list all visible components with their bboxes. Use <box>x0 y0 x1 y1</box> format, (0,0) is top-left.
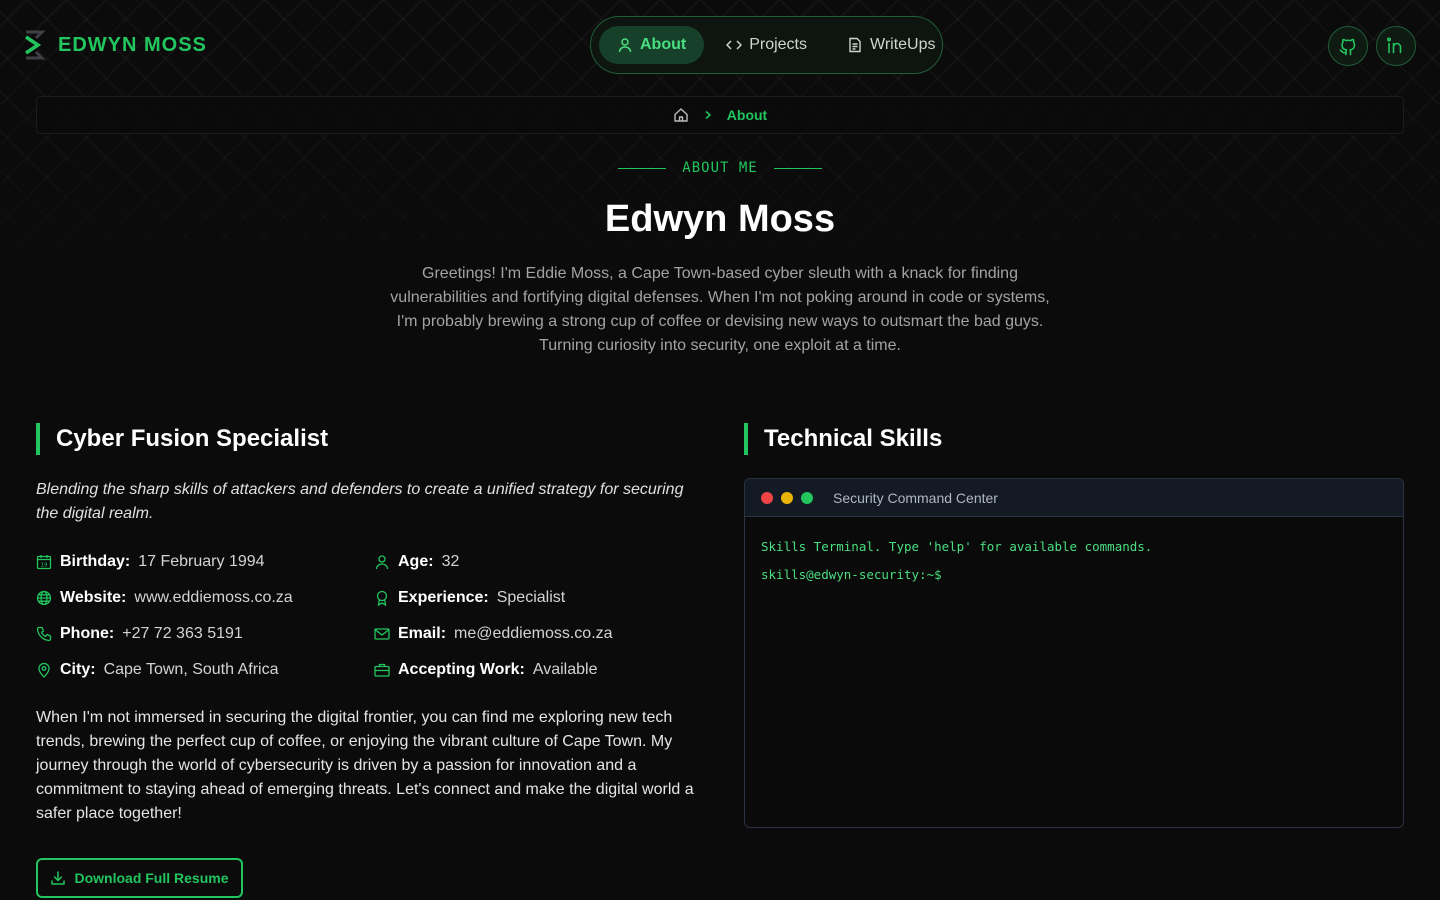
award-icon <box>376 590 388 606</box>
fact-label: Accepting Work: <box>398 661 525 678</box>
nav-item-projects[interactable]: Projects <box>708 26 825 64</box>
fact-label: Email: <box>398 625 447 642</box>
fact-value: Available <box>532 661 598 678</box>
fact-label: City: <box>60 661 96 678</box>
user-icon <box>618 38 632 53</box>
terminal-titlebar: Security Command Center <box>745 479 1403 517</box>
nav-item-writeups[interactable]: WriteUps <box>829 26 954 64</box>
profile-facts: 19 Birthday: 17 February 1994 Age: 32 We… <box>36 550 696 682</box>
fact-value: Cape Town, South Africa <box>103 661 279 678</box>
section-eyebrow: ABOUT ME <box>0 160 1440 176</box>
brand-name: EDWYN MOSS <box>58 33 207 56</box>
window-minimize-dot <box>781 491 793 504</box>
nav-item-label: About <box>640 36 687 53</box>
phone-icon <box>36 626 52 642</box>
mail-icon <box>374 628 390 640</box>
github-button[interactable] <box>1328 26 1368 66</box>
logo[interactable]: EDWYN MOSS <box>22 28 207 62</box>
fact-label: Website: <box>60 589 127 606</box>
main-nav: About Projects WriteUps <box>590 16 943 74</box>
chevron-right-icon <box>705 110 711 120</box>
fact-email: Email: me@eddiemoss.co.za <box>374 622 696 646</box>
profile-tagline: Blending the sharp skills of attackers a… <box>36 481 684 522</box>
briefcase-icon <box>374 663 390 677</box>
terminal-prompt-line: skills@edwyn-security:~$ <box>761 565 1387 593</box>
fact-experience: Experience: Specialist <box>374 586 696 610</box>
download-icon <box>51 871 66 885</box>
bio-text: When I'm not immersed in securing the di… <box>36 709 694 822</box>
github-icon <box>1339 38 1356 56</box>
nav-item-label: WriteUps <box>870 36 936 53</box>
fact-value: 32 <box>441 553 460 570</box>
user-icon <box>375 555 389 570</box>
fact-phone: Phone: +27 72 363 5191 <box>36 622 374 646</box>
page-title: Edwyn Moss <box>604 198 836 240</box>
fact-birthday: 19 Birthday: 17 February 1994 <box>36 550 374 574</box>
breadcrumb-current: About <box>726 107 768 123</box>
eyebrow-line-left <box>618 167 667 169</box>
fact-label: Phone: <box>60 625 115 642</box>
profile-title: Cyber Fusion Specialist <box>36 423 328 455</box>
home-icon[interactable] <box>673 107 689 123</box>
svg-text:19: 19 <box>41 563 48 569</box>
terminal-prompt: skills@edwyn-security:~$ <box>761 567 942 582</box>
eyebrow-text: ABOUT ME <box>682 160 758 176</box>
map-pin-icon <box>38 662 50 678</box>
fact-value[interactable]: www.eddiemoss.co.za <box>134 589 292 607</box>
terminal-welcome: Skills Terminal. Type 'help' for availab… <box>761 539 1153 554</box>
fact-website: Website: www.eddiemoss.co.za <box>36 586 374 610</box>
terminal-input[interactable] <box>941 567 1322 582</box>
fact-value: +27 72 363 5191 <box>122 625 243 642</box>
fact-value[interactable]: me@eddiemoss.co.za <box>454 625 613 643</box>
fact-label: Age: <box>398 553 434 570</box>
fact-value: 17 February 1994 <box>138 553 265 570</box>
intro-text: Greetings! I'm Eddie Moss, a Cape Town-b… <box>390 265 1050 354</box>
window-close-dot <box>761 491 773 504</box>
nav-item-about[interactable]: About <box>599 26 705 64</box>
fact-value: Specialist <box>496 589 566 606</box>
eyebrow-line-right <box>773 167 822 169</box>
linkedin-icon <box>1386 37 1402 54</box>
linkedin-button[interactable] <box>1376 26 1416 66</box>
logo-mark-icon <box>25 30 46 60</box>
fact-city: City: Cape Town, South Africa <box>36 658 374 682</box>
window-maximize-dot <box>801 491 813 504</box>
fact-label: Birthday: <box>60 553 131 570</box>
calendar-icon: 19 <box>36 555 52 570</box>
fact-accepting-work: Accepting Work: Available <box>374 658 696 682</box>
code-icon <box>726 40 743 50</box>
fact-label: Experience: <box>398 589 489 606</box>
globe-icon <box>36 590 52 606</box>
document-icon <box>849 37 861 53</box>
download-resume-label: Download Full Resume <box>74 870 229 886</box>
skills-title: Technical Skills <box>744 423 942 455</box>
terminal-body: Skills Terminal. Type 'help' for availab… <box>745 517 1403 613</box>
breadcrumb: About <box>36 96 1404 134</box>
fact-age: Age: 32 <box>374 550 696 574</box>
nav-item-label: Projects <box>749 36 807 53</box>
terminal-title: Security Command Center <box>833 489 998 506</box>
download-resume-button[interactable]: Download Full Resume <box>36 858 243 898</box>
skills-terminal[interactable]: Security Command Center Skills Terminal.… <box>744 478 1404 828</box>
